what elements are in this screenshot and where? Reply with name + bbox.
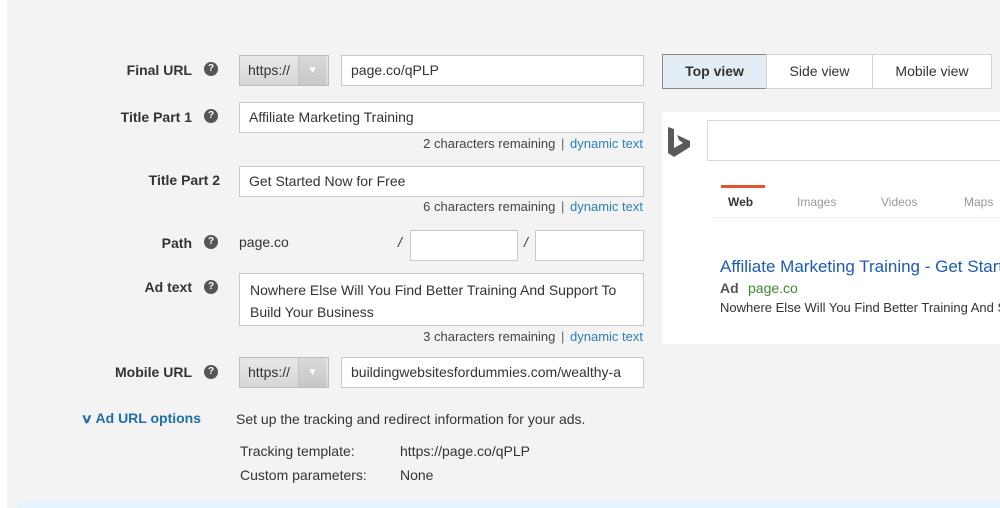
ad-preview-title[interactable]: Affiliate Marketing Training - Get Start… [720,257,1000,277]
title-part-2-dynamic-text-link[interactable]: dynamic text [570,199,643,214]
title-part-2-remaining: 6 characters remaining [423,199,556,214]
ad-text-help-icon[interactable]: ? [204,280,218,294]
path-domain: page.co [239,234,289,250]
final-url-protocol-select[interactable]: https:// ▼ [239,55,329,86]
tab-mobile-view[interactable]: Mobile view [872,54,992,89]
path-help-icon[interactable]: ? [204,235,218,249]
final-url-label: Final URL [126,62,192,78]
mobile-url-help-icon[interactable]: ? [204,365,218,379]
ad-text-remaining: 3 characters remaining [423,329,556,344]
tab-side-view[interactable]: Side view [766,54,873,89]
ad-url-options-label: Ad URL options [95,410,202,426]
path-slash-1: / [398,234,402,250]
title-part-2-label: Title Part 2 [148,172,220,188]
custom-parameters-label: Custom parameters: [240,467,367,483]
ad-preview-card: Web Images Videos Maps Affiliate Marketi… [662,112,1000,344]
final-url-help-icon[interactable]: ? [204,62,218,76]
hint-separator: | [561,329,565,344]
mobile-url-input[interactable]: buildingwebsitesfordummies.com/wealthy-a [341,357,644,388]
final-url-input[interactable]: page.co/qPLP [341,55,644,86]
path-1-input[interactable] [410,230,518,261]
title-part-1-remaining: 2 characters remaining [423,136,556,151]
title-part-1-help-icon[interactable]: ? [204,109,218,123]
title-part-1-dynamic-text-link[interactable]: dynamic text [570,136,643,151]
active-nav-indicator [721,185,765,188]
tracking-template-label: Tracking template: [240,443,355,459]
tab-top-view[interactable]: Top view [662,54,767,89]
title-part-1-label: Title Part 1 [120,109,192,125]
nav-images[interactable]: Images [797,195,836,209]
title-part-1-hint: 2 characters remaining | dynamic text [423,136,643,151]
ad-badge: Ad [720,280,739,296]
title-part-2-input[interactable]: Get Started Now for Free [239,166,644,197]
mobile-url-protocol-value: https:// [248,364,291,380]
nav-web[interactable]: Web [728,195,753,209]
title-part-2-hint: 6 characters remaining | dynamic text [423,199,643,214]
bing-search-box[interactable] [707,120,1000,161]
nav-maps[interactable]: Maps [964,195,993,209]
ad-url-options-toggle[interactable]: ∨ Ad URL options [80,410,202,427]
final-url-protocol-value: https:// [248,62,291,78]
ad-text-textarea[interactable]: Nowhere Else Will You Find Better Traini… [239,273,644,326]
ad-text-dynamic-text-link[interactable]: dynamic text [570,329,643,344]
ad-text-label: Ad text [144,279,192,295]
ad-text-hint: 3 characters remaining | dynamic text [423,329,643,344]
tracking-template-value: https://page.co/qPLP [400,443,530,459]
ad-preview-display-url: page.co [748,280,798,296]
title-part-1-input[interactable]: Affiliate Marketing Training [239,102,644,133]
custom-parameters-value: None [400,467,434,483]
path-2-input[interactable] [535,230,644,261]
mobile-url-protocol-select[interactable]: https:// ▼ [239,357,329,388]
ad-url-options-description: Set up the tracking and redirect informa… [236,411,586,427]
bing-logo-icon [668,127,690,157]
nav-videos[interactable]: Videos [881,195,917,209]
chevron-down-icon: ▼ [298,56,327,85]
hint-separator: | [561,136,565,151]
hint-separator: | [561,199,565,214]
path-slash-2: / [524,234,528,250]
ad-preview-description: Nowhere Else Will You Find Better Traini… [720,300,1000,315]
path-label: Path [161,235,192,251]
chevron-down-icon: ▼ [298,358,327,387]
chevron-down-icon: ∨ [80,411,93,426]
nav-divider [712,217,1000,218]
preview-view-tabs: Top view Side view Mobile view [662,54,992,89]
mobile-url-label: Mobile URL [115,364,192,380]
bottom-info-band [18,500,1000,508]
